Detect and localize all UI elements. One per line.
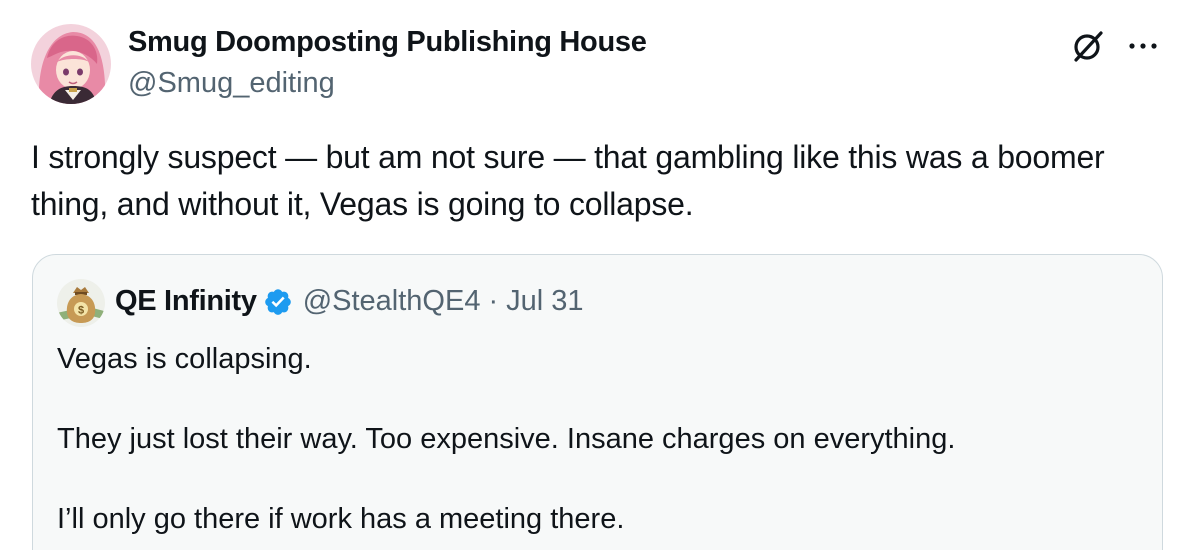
- quoted-author-handle[interactable]: @StealthQE4: [303, 285, 481, 318]
- quoted-tweet-paragraph: Vegas is collapsing.: [57, 343, 312, 375]
- paragraph-spacer: [57, 379, 1137, 419]
- author-handle[interactable]: @Smug_editing: [128, 67, 335, 100]
- quoted-author-avatar[interactable]: $: [57, 279, 105, 327]
- paragraph-spacer: [57, 459, 1137, 499]
- quoted-tweet-header: QE Infinity @StealthQE4 · Jul 31: [115, 285, 584, 318]
- verified-badge-icon: [264, 288, 291, 315]
- author-avatar[interactable]: [31, 24, 111, 104]
- quoted-author-display-name[interactable]: QE Infinity: [115, 285, 257, 318]
- tweet: Smug Doomposting Publishing House @Smug_…: [0, 0, 1190, 550]
- separator-dot: ·: [488, 285, 499, 317]
- quoted-tweet-paragraph: I’ll only go there if work has a meeting…: [57, 503, 625, 535]
- quoted-tweet-date[interactable]: Jul 31: [506, 285, 583, 318]
- money-bag-avatar-icon: $: [57, 279, 105, 327]
- anime-character-avatar-icon: [31, 24, 111, 104]
- quoted-tweet-paragraph: They just lost their way. Too expensive.…: [57, 423, 956, 455]
- quoted-tweet-text: Vegas is collapsing. They just lost thei…: [57, 339, 1137, 539]
- tweet-text: I strongly suspect — but am not sure — t…: [31, 139, 1105, 222]
- author-display-name[interactable]: Smug Doomposting Publishing House: [128, 26, 647, 59]
- quoted-tweet[interactable]: $ QE Infinity @StealthQE4 · Jul 31 Vegas…: [32, 254, 1163, 550]
- more-dots-icon[interactable]: [1124, 36, 1164, 56]
- svg-text:$: $: [78, 305, 84, 317]
- grok-slash-icon[interactable]: [1068, 26, 1108, 66]
